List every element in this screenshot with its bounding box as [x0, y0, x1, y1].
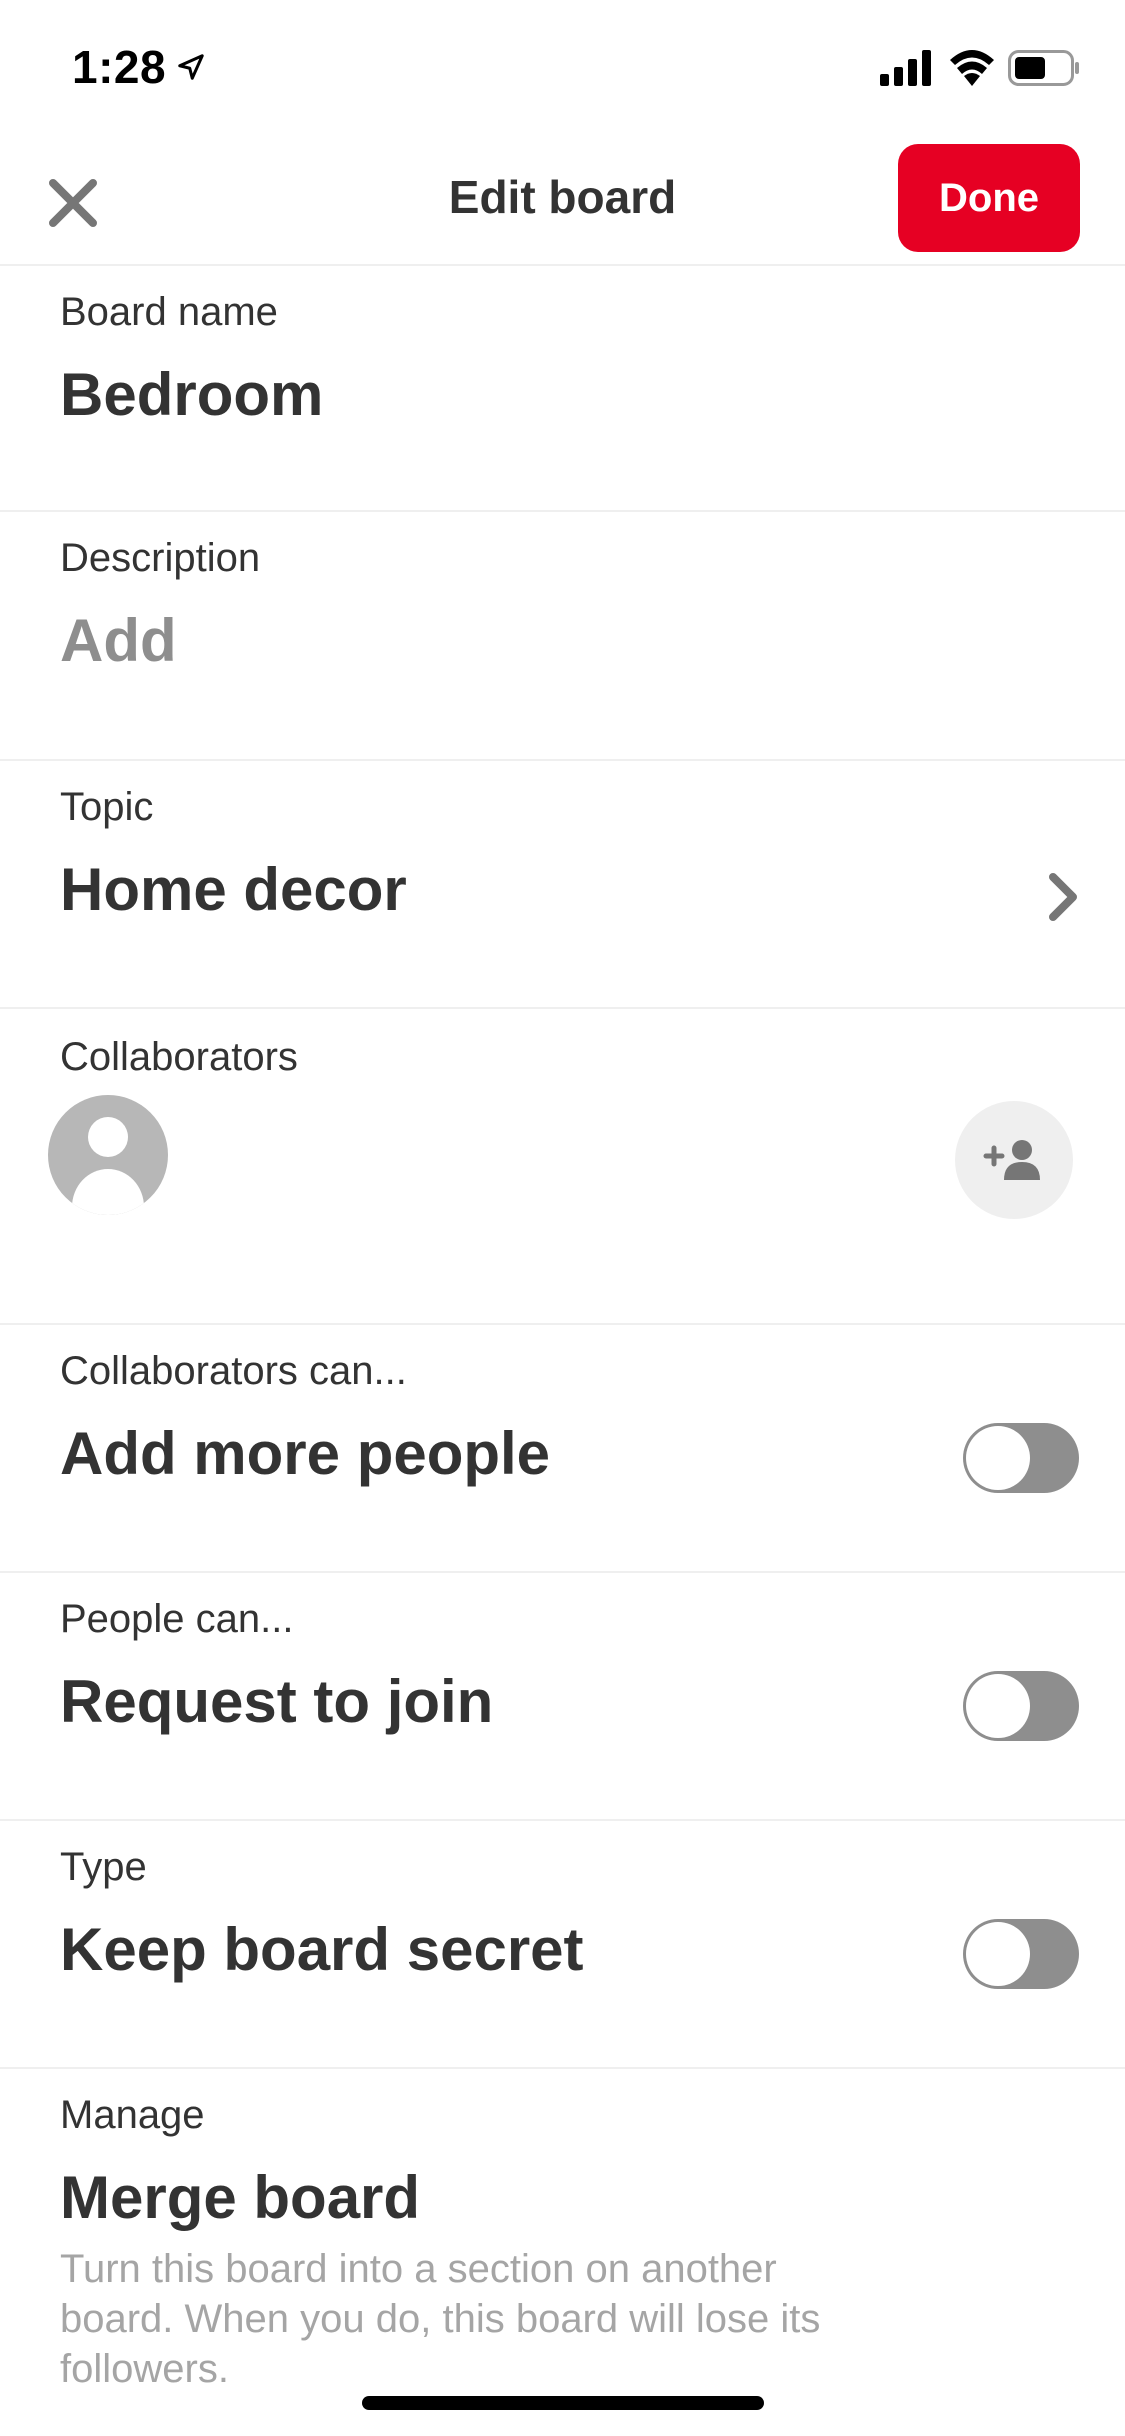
add-person-icon [983, 1140, 1040, 1180]
type-label: Type [60, 1845, 147, 1889]
merge-board-button[interactable]: Merge board [60, 2163, 420, 2232]
request-to-join-toggle[interactable] [963, 1671, 1079, 1741]
add-more-people-toggle[interactable] [963, 1423, 1079, 1493]
description-input[interactable]: Add [60, 606, 177, 675]
toggle-knob [966, 1674, 1030, 1738]
collaborators-section: Collaborators [0, 1009, 1125, 1325]
header: Edit board Done [0, 132, 1125, 266]
status-bar: 1:28 [0, 0, 1125, 132]
collaborators-can-section: Collaborators can... Add more people [0, 1325, 1125, 1573]
topic-label: Topic [60, 785, 154, 829]
toggle-knob [966, 1426, 1030, 1490]
merge-board-description: Turn this board into a section on anothe… [60, 2247, 821, 2391]
wifi-icon [950, 50, 994, 86]
battery-icon [1008, 50, 1079, 86]
keep-board-secret-label: Keep board secret [60, 1916, 584, 1983]
type-section: Type Keep board secret [0, 1821, 1125, 2069]
avatar[interactable] [48, 1095, 168, 1215]
user-silhouette-icon [72, 1117, 144, 1215]
keep-board-secret-toggle[interactable] [963, 1919, 1079, 1989]
done-button[interactable]: Done [898, 144, 1080, 252]
collaborators-label: Collaborators [60, 1035, 298, 1079]
add-collaborator-button[interactable] [955, 1101, 1073, 1219]
board-name-input[interactable]: Bedroom [60, 360, 323, 429]
description-label: Description [60, 536, 261, 580]
board-name-label: Board name [60, 290, 278, 334]
add-more-people-label: Add more people [60, 1420, 551, 1487]
toggle-knob [966, 1922, 1030, 1986]
status-time: 1:28 [72, 41, 167, 93]
people-can-section: People can... Request to join [0, 1573, 1125, 1821]
request-to-join-label: Request to join [60, 1668, 494, 1735]
description-section[interactable]: Description Add [0, 512, 1125, 761]
board-name-section[interactable]: Board name Bedroom [0, 266, 1125, 512]
home-indicator [362, 2396, 764, 2410]
topic-value: Home decor [60, 856, 407, 923]
topic-section[interactable]: Topic Home decor [0, 761, 1125, 1009]
location-arrow-icon [178, 54, 204, 80]
manage-label: Manage [60, 2093, 205, 2137]
collaborators-can-label: Collaborators can... [60, 1349, 407, 1393]
cellular-signal-icon [880, 50, 931, 86]
people-can-label: People can... [60, 1597, 294, 1641]
chevron-right-icon [1049, 873, 1077, 921]
